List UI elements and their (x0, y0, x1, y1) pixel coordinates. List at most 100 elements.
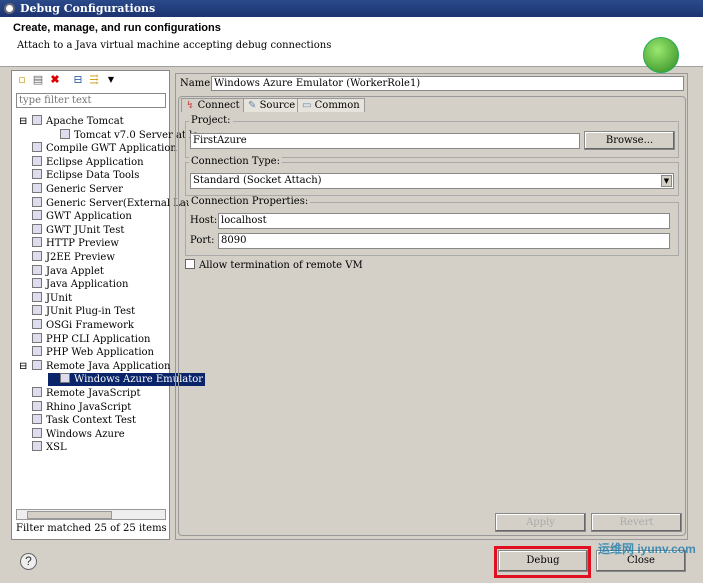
browse-button[interactable]: Browse... (584, 131, 675, 150)
tree-item-label: HTTP Preview (46, 238, 119, 250)
tree-item[interactable]: Generic Server(External Lau (20, 196, 193, 210)
common-icon: ▭ (302, 100, 312, 111)
chevron-down-icon[interactable]: ▼ (661, 175, 672, 187)
tree-item[interactable]: GWT Application (20, 210, 132, 223)
connect-icon: ↯ (186, 100, 195, 111)
port-input[interactable]: 8090 (218, 233, 670, 249)
launch-config-icon (60, 128, 70, 139)
tree-item-label: PHP CLI Application (46, 333, 151, 345)
port-label: Port: (190, 235, 215, 246)
connection-type-select[interactable]: Standard (Socket Attach) ▼ (190, 173, 674, 189)
tree-item[interactable]: PHP Web Application (20, 346, 154, 359)
tree-item-label: GWT Application (46, 211, 132, 223)
tree-item-label: Generic Server(External Lau (46, 197, 193, 209)
horizontal-scrollbar[interactable] (16, 509, 166, 520)
collapse-all-icon[interactable]: ⊟ (72, 74, 84, 86)
tab-connect[interactable]: ↯ Connect (181, 98, 245, 112)
launch-config-icon (32, 142, 42, 153)
launch-config-icon (32, 251, 42, 261)
tree-item[interactable]: JUnit (20, 291, 73, 305)
connection-properties-group: Connection Properties: Host: localhost P… (185, 196, 679, 256)
filter-input[interactable] (16, 93, 166, 108)
watermark: 运维网 iyunv.com (598, 542, 696, 556)
new-config-icon[interactable]: ▫ (16, 74, 28, 86)
tree-item-label: Task Context Test (46, 415, 137, 427)
bug-icon (643, 37, 679, 73)
launch-config-icon (32, 359, 42, 370)
launch-config-icon (32, 441, 42, 452)
tree-item-label: Remote JavaScript (46, 388, 141, 399)
tree-item-label: Compile GWT Application (46, 143, 177, 155)
tree-item[interactable]: Eclipse Data Tools (20, 169, 139, 182)
tree-item-label: PHP Web Application (46, 347, 154, 359)
config-editor: Name: Windows Azure Emulator (WorkerRole… (175, 73, 688, 540)
tree-item[interactable]: Java Applet (20, 264, 104, 278)
tab-common[interactable]: ▭ Common (297, 98, 365, 112)
tree-item[interactable]: ⊟ Remote Java Application (19, 359, 171, 373)
tree-item[interactable]: OSGi Framework (20, 319, 134, 332)
tree-item[interactable]: XSL (20, 441, 67, 454)
tab-source[interactable]: ✎ Source (243, 98, 301, 112)
launch-config-icon (32, 414, 42, 425)
launch-config-icon (32, 196, 42, 207)
duplicate-icon[interactable]: ▤ (32, 74, 44, 86)
tree-item[interactable]: JUnit Plug-in Test (20, 305, 135, 318)
tab-folder: ↯ Connect ✎ Source ▭ Common Project: Fir… (178, 96, 686, 536)
project-input[interactable]: FirstAzure (190, 133, 580, 149)
eclipse-icon (4, 3, 15, 14)
title-bar: Debug Configurations (0, 0, 703, 17)
launch-config-icon (32, 115, 42, 125)
project-label: Project: (189, 115, 233, 126)
source-icon: ✎ (248, 100, 257, 111)
checkbox-box[interactable] (185, 259, 195, 269)
tree-item-label: Windows Azure (46, 428, 125, 440)
tree-item[interactable]: Rhino JavaScript (20, 400, 131, 414)
tree-item-label: Eclipse Data Tools (46, 170, 140, 182)
tree-item[interactable]: ⊟ Apache Tomcat (19, 115, 124, 128)
launch-config-icon (32, 319, 42, 329)
launch-config-icon (32, 237, 42, 248)
tree-item-label: Java Application (46, 279, 129, 291)
tree-item[interactable]: Eclipse Application (20, 155, 144, 169)
tree-item[interactable]: Task Context Test (20, 414, 136, 427)
filter-status: Filter matched 25 of 25 items (16, 523, 167, 534)
host-input[interactable]: localhost (218, 213, 670, 229)
view-menu-icon[interactable]: ▼ (105, 74, 117, 86)
launch-config-icon (60, 373, 70, 384)
launch-config-icon (32, 305, 42, 316)
dialog-header: Create, manage, and run configurations A… (0, 17, 703, 73)
tree-item[interactable]: Compile GWT Application (20, 142, 177, 155)
tree-item[interactable]: Remote JavaScript (20, 387, 141, 400)
tree-item[interactable]: Generic Server (20, 183, 123, 196)
revert-button[interactable]: Revert (591, 513, 682, 532)
launch-config-icon (32, 169, 42, 180)
debug-button[interactable]: Debug (498, 550, 588, 572)
scroll-thumb[interactable] (27, 511, 112, 519)
tree-item-label: JUnit (46, 292, 73, 304)
collapse-icon[interactable]: ⊟ (19, 115, 27, 128)
launch-config-icon (32, 183, 42, 193)
header-title: Create, manage, and run configurations (13, 22, 221, 34)
allow-termination-checkbox[interactable]: Allow termination of remote VM (185, 259, 363, 271)
help-icon[interactable]: ? (20, 553, 37, 570)
apply-button[interactable]: Apply (495, 513, 586, 532)
name-input[interactable]: Windows Azure Emulator (WorkerRole1) (211, 76, 684, 91)
launch-config-icon (32, 332, 42, 343)
collapse-icon[interactable]: ⊟ (19, 360, 27, 373)
delete-icon[interactable]: ✖ (49, 74, 61, 86)
tree-item-label: Remote Java Application (46, 360, 171, 372)
tree-item[interactable]: PHP CLI Application (20, 332, 151, 346)
project-group: Project: FirstAzure Browse... (185, 115, 679, 158)
tree-item[interactable]: GWT JUnit Test (20, 223, 124, 237)
filter-icon[interactable]: ⇶ (88, 74, 100, 86)
host-label: Host: (190, 215, 218, 226)
tree-item[interactable]: Windows Azure (20, 427, 125, 441)
tree-item[interactable]: J2EE Preview (20, 251, 115, 264)
connection-properties-label: Connection Properties: (189, 196, 311, 207)
tree-item[interactable]: Java Application (20, 278, 128, 291)
launch-config-icon (32, 427, 42, 438)
config-tree-panel: ▫ ▤ ✖ ⊟ ⇶ ▼ ⊟Apache TomcatTomcat v7.0 Se… (11, 70, 206, 540)
tree-item-label: JUnit Plug-in Test (46, 306, 136, 318)
tree-item[interactable]: HTTP Preview (20, 237, 119, 250)
window-title: Debug Configurations (20, 2, 156, 15)
